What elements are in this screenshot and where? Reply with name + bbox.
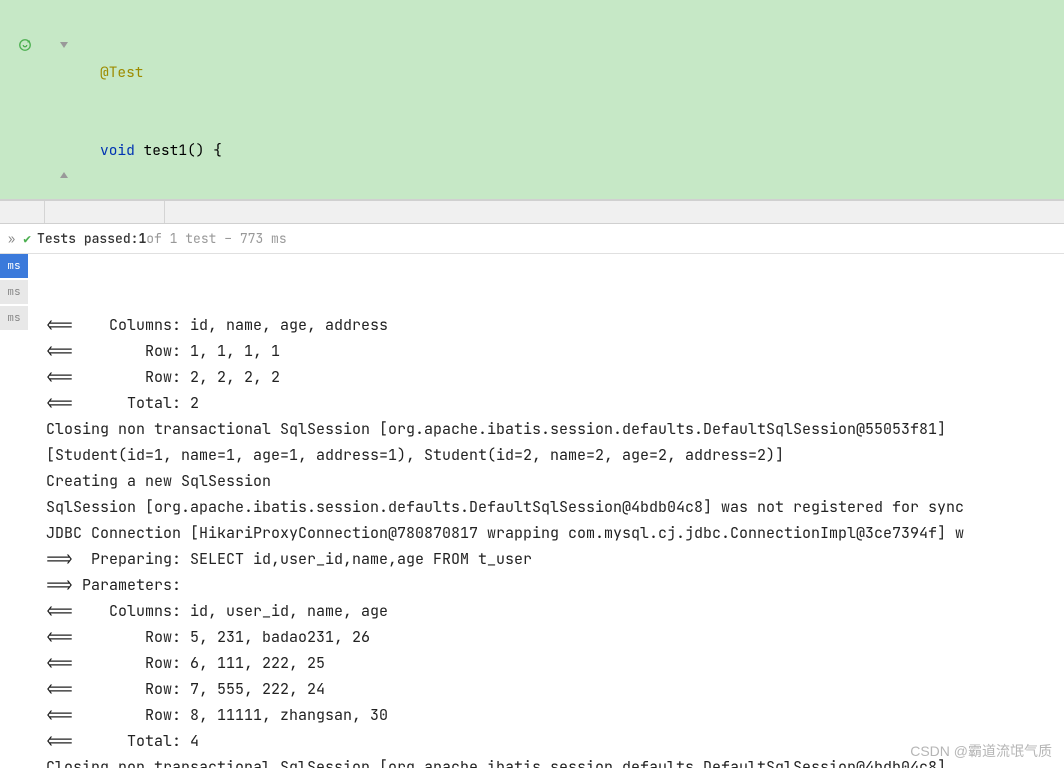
console-line: Closing non transactional SqlSession [or… (46, 416, 1064, 442)
ms-badge[interactable]: ms (0, 280, 28, 304)
console-line: <== Row: 6, 111, 222, 25 (46, 650, 1064, 676)
keyword-void: void (100, 141, 135, 160)
console-line: ==> Parameters: (46, 572, 1064, 598)
check-icon: ✔ (23, 230, 31, 247)
console-area: ms ms ms <== Columns: id, name, age, add… (0, 254, 1064, 768)
separator-bar (0, 200, 1064, 224)
separator-segment[interactable] (0, 201, 45, 223)
console-line: [Student(id=1, name=1, age=1, address=1)… (46, 442, 1064, 468)
expand-chevrons-icon[interactable]: » (8, 231, 15, 247)
console-output[interactable]: <== Columns: id, name, age, address<== R… (28, 254, 1064, 768)
tests-passed-label: Tests passed: (37, 230, 138, 247)
code-editor[interactable]: @Test void test1() { List<Student> stude… (0, 0, 1064, 200)
code-line: void test1() { (80, 138, 1064, 164)
watermark: CSDN @霸道流氓气质 (910, 738, 1052, 764)
console-line: JDBC Connection [HikariProxyConnection@7… (46, 520, 1064, 546)
tests-passed-count: 1 (138, 230, 146, 247)
console-gutter: ms ms ms (0, 254, 28, 768)
console-line: <== Row: 8, 11111, zhangsan, 30 (46, 702, 1064, 728)
console-line: <== Columns: id, user_id, name, age (46, 598, 1064, 624)
console-line: <== Total: 2 (46, 390, 1064, 416)
editor-gutter (0, 0, 80, 199)
console-line: <== Row: 2, 2, 2, 2 (46, 364, 1064, 390)
code-line: @Test (80, 60, 1064, 86)
fold-end-icon[interactable] (60, 168, 72, 180)
console-line: <== Row: 1, 1, 1, 1 (46, 338, 1064, 364)
run-gutter-icon[interactable] (18, 38, 32, 52)
separator-segment[interactable] (165, 201, 1064, 223)
console-line: Creating a new SqlSession (46, 468, 1064, 494)
test-status-bar: » ✔ Tests passed: 1 of 1 test – 773 ms (0, 224, 1064, 254)
console-line: <== Columns: id, name, age, address (46, 312, 1064, 338)
separator-segment[interactable] (45, 201, 165, 223)
tests-passed-detail: of 1 test – 773 ms (146, 230, 286, 247)
fold-toggle-icon[interactable] (60, 38, 72, 50)
method-signature: () { (187, 141, 222, 160)
ms-badge[interactable]: ms (0, 254, 28, 278)
console-line: <== Row: 5, 231, badao231, 26 (46, 624, 1064, 650)
console-line: ==> Preparing: SELECT id,user_id,name,ag… (46, 546, 1064, 572)
method-name: test1 (144, 141, 188, 160)
ms-badge[interactable]: ms (0, 306, 28, 330)
console-line: SqlSession [org.apache.ibatis.session.de… (46, 494, 1064, 520)
code-content[interactable]: @Test void test1() { List<Student> stude… (80, 0, 1064, 199)
annotation-test: @Test (100, 63, 144, 82)
console-line: <== Row: 7, 555, 222, 24 (46, 676, 1064, 702)
